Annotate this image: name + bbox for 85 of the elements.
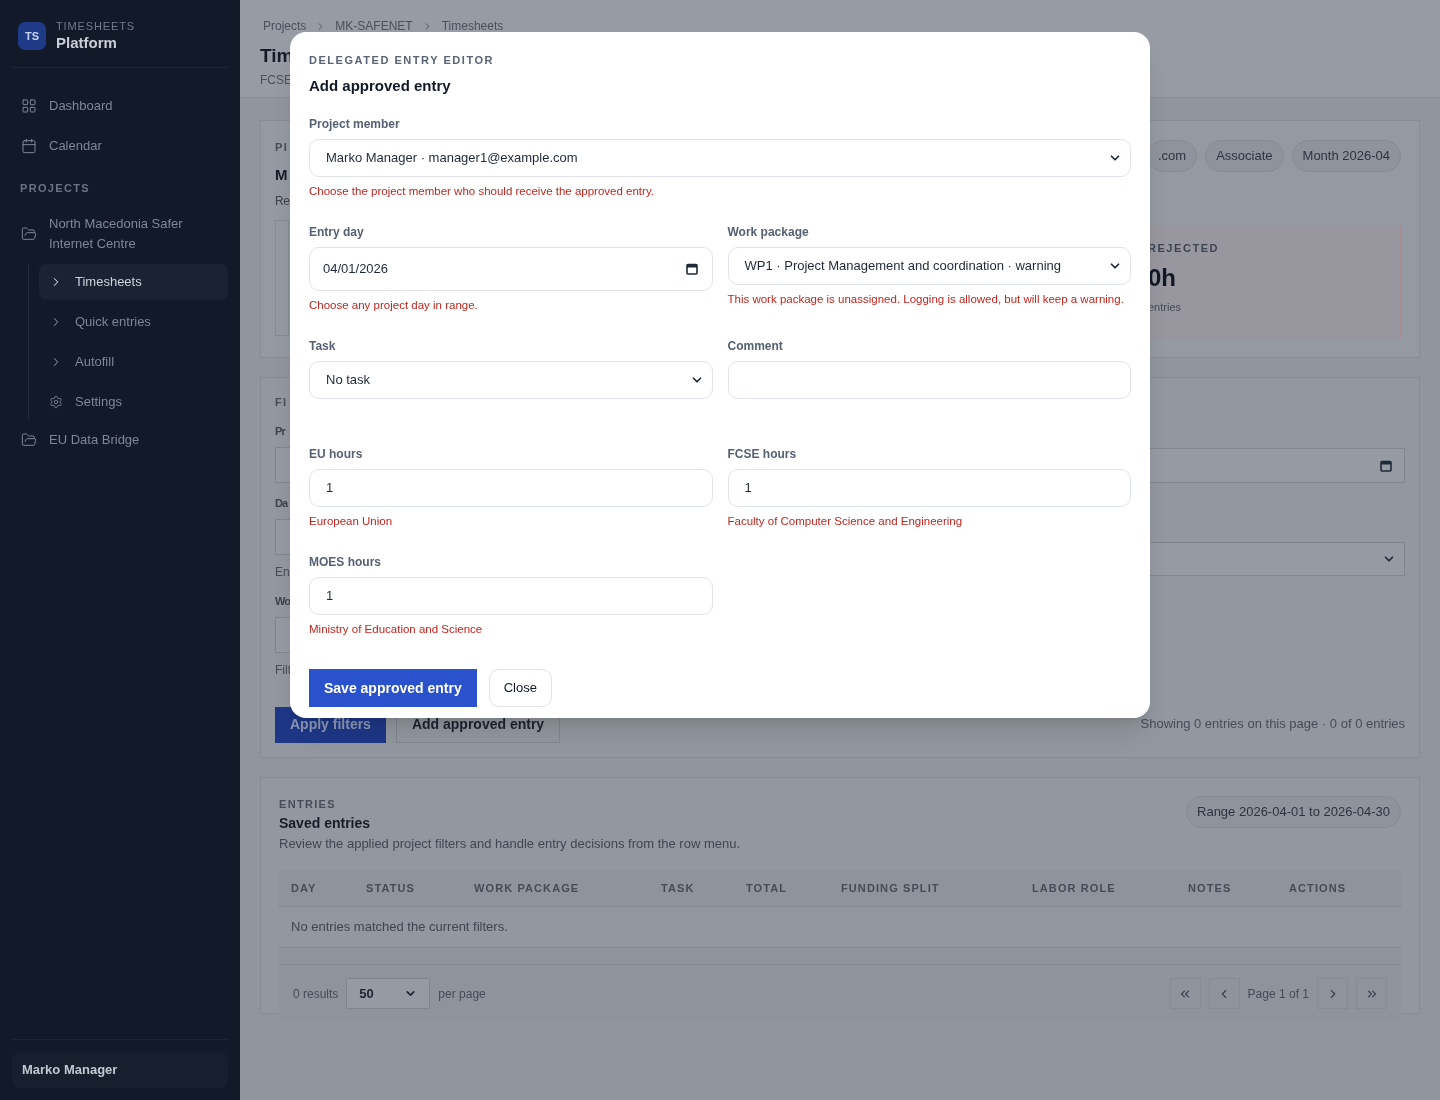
calendar-icon <box>21 137 37 154</box>
input-field[interactable]: 1 <box>727 469 1131 507</box>
calendar-icon <box>1380 459 1392 472</box>
brand-title: Platform <box>56 33 118 53</box>
column-header: ACTIONS <box>1289 881 1348 897</box>
project-subnav-item[interactable]: Timesheets <box>39 264 228 300</box>
info-chip: Associate <box>1205 140 1284 172</box>
save-button[interactable]: Save approved entry <box>309 669 477 707</box>
page-subtitle: FCSE <box>260 72 292 89</box>
folder-icon <box>21 432 37 448</box>
field-hint: European Union <box>309 514 394 529</box>
select-field[interactable]: No task <box>309 361 713 399</box>
page-size-select[interactable]: 50 <box>346 978 431 1009</box>
modal-eyebrow: DELEGATED ENTRY EDITOR <box>309 53 496 68</box>
field-hint: This work package is unassigned. Logging is allowed, but will keep a warning. <box>727 292 1125 307</box>
field-label: MOES hours <box>309 554 382 571</box>
field-hint: Choose any project day in range. <box>309 298 479 313</box>
settings-icon <box>49 395 63 409</box>
folder-icon <box>21 226 37 242</box>
project-item[interactable]: North Macedonia Safer Internet Centre <box>12 208 228 260</box>
select-field[interactable]: WP1 · Project Management and coordination · warning <box>727 247 1131 285</box>
column-header: FUNDING SPLIT <box>841 881 941 897</box>
range-chip: Range 2026-04-01 to 2026-04-30 <box>1186 796 1401 828</box>
select-field[interactable]: Marko Manager · manager1@example.com <box>309 139 1131 177</box>
breadcrumb-link[interactable]: Timesheets <box>441 17 504 35</box>
logo-badge: TS <box>18 22 46 51</box>
field-label: FCSE hours <box>727 446 798 463</box>
field-label: EU hours <box>309 446 364 463</box>
column-header: STATUS <box>366 881 416 897</box>
column-header: LABOR ROLE <box>1032 881 1117 897</box>
project-subnav-item[interactable]: Autofill <box>39 344 228 380</box>
field-label: Task <box>309 338 337 355</box>
field-label: Project member <box>309 116 401 133</box>
results-count: 0 results <box>293 985 339 1003</box>
page-indicator: Page 1 of 1 <box>1247 985 1309 1003</box>
card-title: M <box>275 164 289 185</box>
field-hint: Faculty of Computer Science and Engineering <box>727 514 964 529</box>
field-hint: Ministry of Education and Science <box>309 622 484 637</box>
project-subnav-item[interactable]: Quick entries <box>39 304 228 340</box>
date-field[interactable]: 04/01/2026 <box>309 247 713 291</box>
project-subnav-item[interactable]: Settings <box>39 384 228 420</box>
input-field[interactable]: 1 <box>309 469 713 507</box>
column-header: TASK <box>661 881 696 897</box>
card-eyebrow: ENTRIES <box>279 797 337 812</box>
filter-hint: En <box>275 563 291 581</box>
stat-value: 0h <box>1148 262 1177 293</box>
card-title: Saved entries <box>279 813 372 833</box>
column-header: WORK PACKAGE <box>474 881 581 897</box>
results-summary: Showing 0 entries on this page · 0 of 0 entries <box>1140 715 1405 733</box>
breadcrumb-link[interactable]: MK-SAFENET <box>335 17 413 35</box>
last-page-button[interactable] <box>1356 978 1387 1009</box>
empty-message: No entries matched the current filters. <box>291 918 508 937</box>
project-item[interactable]: EU Data Bridge <box>12 424 228 456</box>
dashboard-icon <box>21 97 37 114</box>
card-eyebrow: PI <box>275 140 290 155</box>
first-page-button[interactable] <box>1169 978 1201 1009</box>
sidebar-nav-item[interactable]: Calendar <box>12 125 228 166</box>
filter-label: Wo <box>275 593 292 609</box>
info-chip: .com <box>1147 140 1198 172</box>
field-label: Entry day <box>309 224 365 241</box>
sidebar-nav-item[interactable]: Dashboard <box>12 85 228 126</box>
info-chip: Month 2026-04 <box>1291 140 1401 172</box>
field-label: Comment <box>727 338 784 355</box>
close-button[interactable]: Close <box>488 669 552 707</box>
column-header: TOTAL <box>746 881 789 897</box>
field-hint: Choose the project member who should receive the approved entry. <box>309 184 655 199</box>
field-label: Work package <box>727 224 810 241</box>
filter-hint: Filt <box>275 661 292 679</box>
breadcrumb-link[interactable]: Projects <box>263 17 307 35</box>
filter-label: Da <box>275 495 289 511</box>
card-description: Review the applied project filters and handle entry decisions from the row menu. <box>279 834 741 853</box>
column-header: NOTES <box>1188 881 1233 897</box>
stat-label: REJECTED <box>1148 241 1220 256</box>
section-label: PROJECTS <box>19 180 91 196</box>
brand-eyebrow: TIMESHEETS <box>56 20 136 34</box>
input-field[interactable] <box>727 361 1131 399</box>
card-text: Re <box>275 193 290 210</box>
user-card[interactable]: Marko Manager <box>12 1052 228 1088</box>
column-header: DAY <box>291 881 318 897</box>
modal-title: Add approved entry <box>309 75 452 96</box>
input-field[interactable]: 1 <box>309 577 713 615</box>
calendar-icon <box>685 263 698 275</box>
filter-label: Pr <box>275 423 287 439</box>
card-eyebrow: FI <box>275 395 289 410</box>
per-page-label: per page <box>438 985 486 1003</box>
